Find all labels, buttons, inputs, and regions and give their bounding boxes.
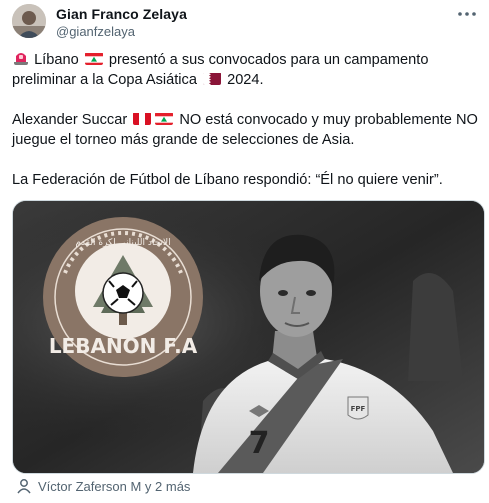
jersey-number: 7: [249, 426, 270, 461]
tweet-image[interactable]: الاتحاد اللبناني لكرة القدم LEBANON F.A …: [12, 200, 485, 474]
logo-arc-text: الاتحاد اللبناني لكرة القدم: [75, 238, 170, 248]
tagged-users-text: Víctor Zaferson M y 2 más: [38, 479, 191, 494]
avatar[interactable]: [12, 4, 46, 38]
logo-text: LEBANON F.A: [49, 334, 198, 358]
tweet-paragraph-2: Alexander Succar NO está convocado y muy…: [12, 112, 478, 148]
fpf-badge: FPF: [347, 396, 369, 420]
profile-photo: [12, 4, 46, 38]
more-options-icon[interactable]: [455, 8, 479, 22]
peru-flag-icon: [133, 112, 152, 125]
tagged-users[interactable]: Víctor Zaferson M y 2 más: [16, 478, 190, 494]
user-icon: [17, 479, 31, 494]
qatar-flag-icon: [203, 72, 222, 85]
author-handle[interactable]: @gianfzelaya: [56, 24, 135, 39]
author-name[interactable]: Gian Franco Zelaya: [56, 6, 187, 22]
tweet-paragraph-1: Líbano presentó a sus convocados para un…: [12, 50, 429, 88]
lebanon-flag-icon: [155, 112, 174, 125]
svg-text:FPF: FPF: [351, 405, 366, 413]
lebanon-fa-logo: الاتحاد اللبناني لكرة القدم LEBANON F.A: [43, 217, 203, 377]
siren-icon: [14, 50, 28, 65]
lebanon-flag-icon: [84, 52, 103, 65]
tweet-paragraph-3: La Federación de Fútbol de Líbano respon…: [12, 172, 443, 188]
